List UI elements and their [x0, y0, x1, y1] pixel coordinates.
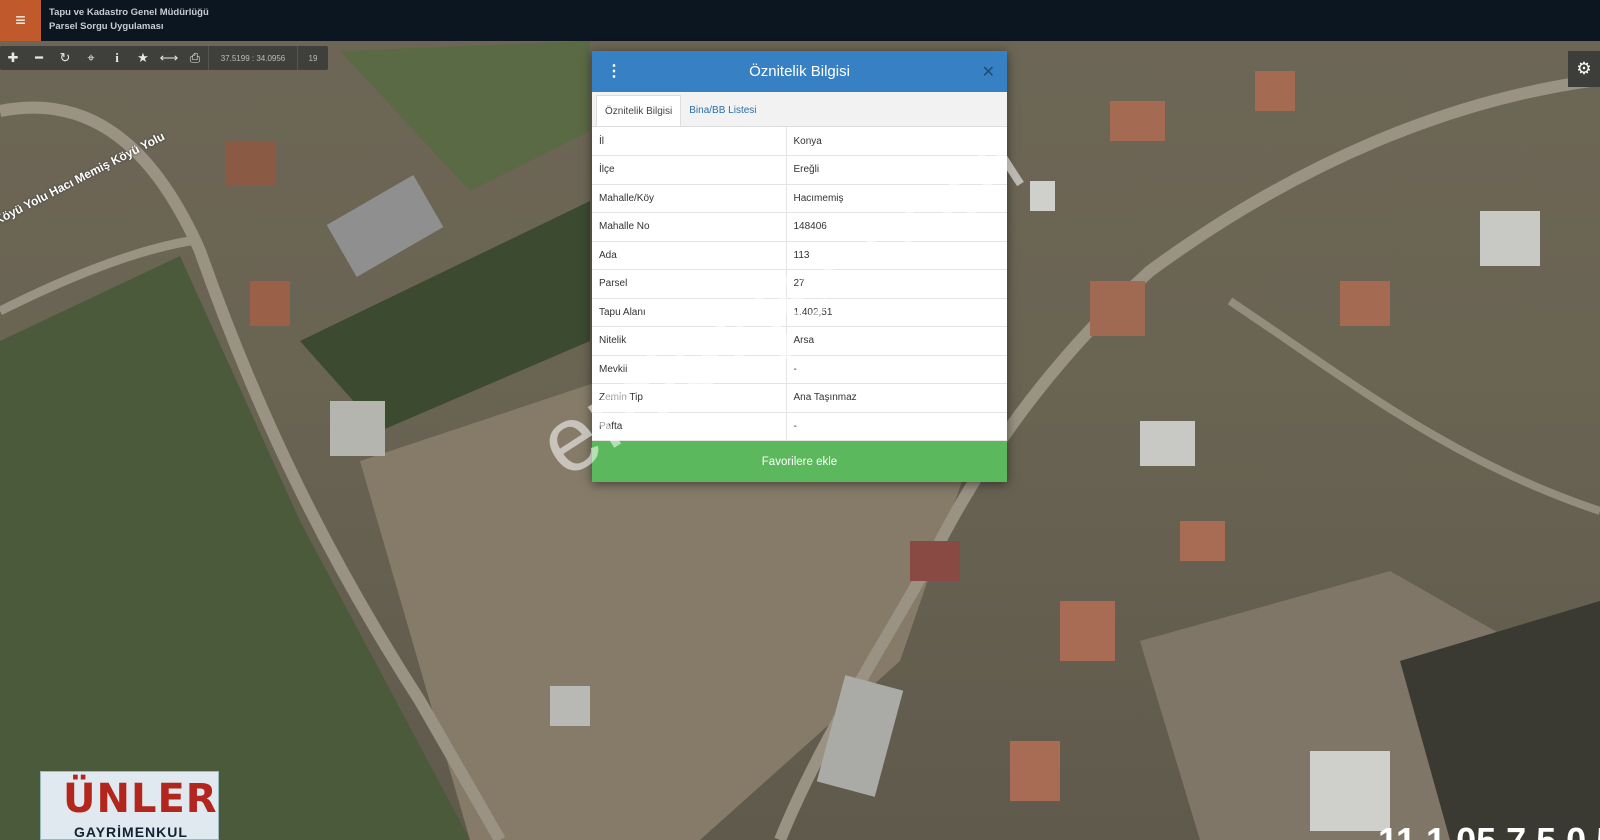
- zoom-in-icon[interactable]: ✚: [0, 46, 26, 70]
- popup-header: ⋮ Öznitelik Bilgisi ✕: [592, 51, 1007, 92]
- top-bar: ≡ Tapu ve Kadastro Genel Müdürlüğü Parse…: [0, 0, 1600, 41]
- row-value: -: [786, 355, 1007, 384]
- field-top: [340, 41, 590, 191]
- row-value: Ana Taşınmaz: [786, 383, 1007, 413]
- row-value: -: [786, 412, 1007, 441]
- row-key: İlçe: [592, 155, 787, 185]
- building-roof: [1310, 751, 1390, 831]
- map-toolbar: ✚ ━ ↻ ⌖ i ★ ⟷ ⎙ 37.5199 : 34.0956 19: [0, 46, 328, 70]
- building-roof: [1340, 281, 1390, 326]
- refresh-icon[interactable]: ↻: [52, 46, 78, 70]
- popup-tabs: Öznitelik Bilgisi Bina/BB Listesi: [592, 92, 1007, 127]
- building-roof: [326, 175, 444, 277]
- app-title-line1: Tapu ve Kadastro Genel Müdürlüğü: [49, 7, 209, 18]
- row-key: İl: [592, 127, 787, 156]
- locate-icon[interactable]: ⌖: [78, 46, 104, 70]
- building-roof: [1010, 741, 1060, 801]
- building-roof: [550, 686, 590, 726]
- building-roof: [1255, 71, 1295, 111]
- building-roof: [1180, 521, 1225, 561]
- phone-number-partial: 11 1 05 7 5 0 5: [1378, 820, 1600, 840]
- row-key: Mahalle/Köy: [592, 184, 787, 213]
- row-key: Mahalle No: [592, 212, 787, 242]
- close-icon[interactable]: ✕: [982, 62, 995, 82]
- building-roof: [1140, 421, 1195, 466]
- star-icon[interactable]: ★: [130, 46, 156, 70]
- company-logo: ÜNLER GAYRİMENKUL: [40, 771, 219, 840]
- print-icon[interactable]: ⎙: [182, 46, 208, 70]
- measure-icon[interactable]: ⟷: [156, 46, 182, 70]
- tab-building-list[interactable]: Bina/BB Listesi: [681, 95, 764, 126]
- app-title-line2: Parsel Sorgu Uygulaması: [49, 21, 164, 32]
- gear-icon[interactable]: ⚙: [1568, 51, 1600, 87]
- building-roof: [1110, 101, 1165, 141]
- popup-title: Öznitelik Bilgisi: [749, 63, 850, 80]
- building-roof: [225, 141, 275, 186]
- info-icon[interactable]: i: [104, 46, 130, 70]
- kebab-menu-icon[interactable]: ⋮: [606, 63, 622, 80]
- building-roof: [330, 401, 385, 456]
- building-roof: [1480, 211, 1540, 266]
- coordinate-readout: 37.5199 : 34.0956: [208, 46, 298, 70]
- building-roof: [250, 281, 290, 326]
- zoom-level-readout: 19: [308, 53, 318, 63]
- building-roof: [1060, 601, 1115, 661]
- road-right-branch: [1227, 297, 1600, 515]
- app-title: Tapu ve Kadastro Genel Müdürlüğü Parsel …: [49, 6, 209, 34]
- logo-subtitle: GAYRİMENKUL: [74, 824, 188, 840]
- zoom-out-icon[interactable]: ━: [26, 46, 52, 70]
- logo-name: ÜNLER: [63, 776, 218, 822]
- building-roof: [1090, 281, 1145, 336]
- tab-attribute-info[interactable]: Öznitelik Bilgisi: [596, 95, 682, 126]
- building-roof: [910, 541, 960, 581]
- hamburger-icon[interactable]: ≡: [0, 0, 41, 41]
